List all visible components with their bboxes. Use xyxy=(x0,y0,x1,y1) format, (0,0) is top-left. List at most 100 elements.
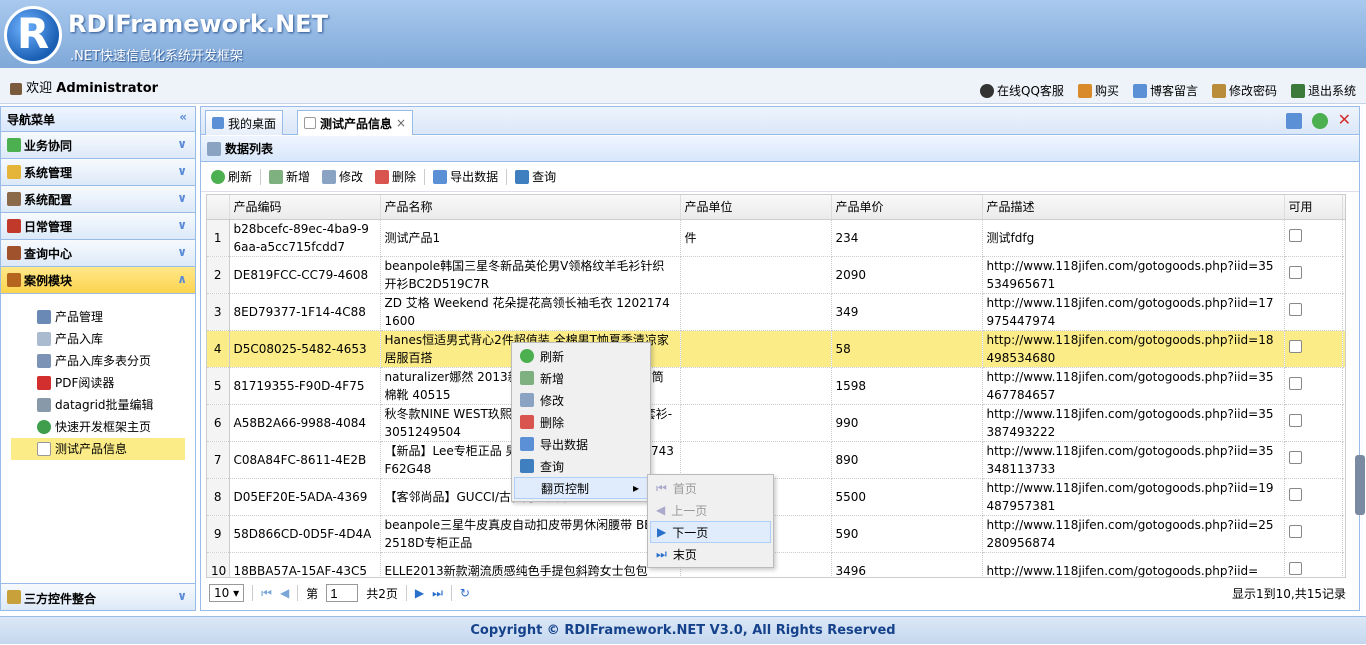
accordion-third-party[interactable]: 三方控件整合 ∨ xyxy=(1,583,195,610)
enabled-checkbox[interactable] xyxy=(1288,302,1302,316)
change-password-link[interactable]: 修改密码 xyxy=(1211,82,1277,99)
enabled-checkbox[interactable] xyxy=(1288,228,1302,242)
qq-service-link[interactable]: 在线QQ客服 xyxy=(980,82,1064,99)
grid-body: 1 b28bcefc-89ec-4ba9-96aa-a5cc715fcdd7 测试产… xyxy=(207,219,1345,577)
column-header[interactable]: 产品描述 xyxy=(982,195,1285,220)
prev-page-icon[interactable]: ◀ xyxy=(280,586,289,600)
tree-item-pdf-reader[interactable]: PDF阅读器 xyxy=(11,372,195,394)
scrollbar-thumb[interactable] xyxy=(1355,455,1365,515)
column-header[interactable]: 产品编码 xyxy=(229,195,381,220)
collapse-sidebar-icon[interactable]: « xyxy=(179,110,187,124)
tab-bar: 我的桌面 测试产品信息 × ✕ xyxy=(201,107,1359,135)
extra-cell xyxy=(1342,552,1345,577)
ctx-query[interactable]: 查询 xyxy=(514,455,648,477)
accordion-business[interactable]: 业务协同 ∨ xyxy=(1,132,195,159)
tab-desktop[interactable]: 我的桌面 xyxy=(205,110,284,135)
table-row[interactable]: 9 58D866CD-0D5F-4D4A beanpole三星牛皮真皮自动扣皮带男休… xyxy=(207,515,1345,553)
refresh-tool-icon[interactable] xyxy=(1311,113,1328,129)
enabled-checkbox[interactable] xyxy=(1288,413,1302,427)
rownum-cell: 8 xyxy=(207,478,230,516)
home-tool-icon[interactable] xyxy=(1285,113,1302,129)
table-row[interactable]: 4 D5C08025-5482-4653 Hanes恒适男式背心2件超值装 全棉男T… xyxy=(207,330,1345,368)
reload-icon[interactable]: ↻ xyxy=(460,586,470,600)
sub-next-page[interactable]: ▶ 下一页 xyxy=(650,521,771,543)
table-row[interactable]: 1 b28bcefc-89ec-4ba9-96aa-a5cc715fcdd7 测试产… xyxy=(207,219,1345,257)
first-page-icon[interactable]: ⏮ xyxy=(261,586,272,601)
page-size-select[interactable]: 10 ▾ xyxy=(209,584,245,602)
table-row[interactable]: 6A58B2A66-9988-4084秋冬款NINE WEST玖熙羊毛混纺针织开… xyxy=(207,404,1345,442)
price-cell: 590 xyxy=(831,515,983,553)
business-icon xyxy=(7,138,21,152)
close-all-icon[interactable]: ✕ xyxy=(1338,112,1351,129)
user-bar: 欢迎 Administrator 在线QQ客服 购买 博客留言 修改密码 退出系… xyxy=(0,68,1366,104)
ctx-edit[interactable]: 修改 xyxy=(514,389,648,411)
page-input[interactable] xyxy=(326,584,359,602)
blank-page-icon xyxy=(37,442,51,456)
logout-link[interactable]: 退出系统 xyxy=(1290,82,1356,99)
refresh-button[interactable]: 刷新 xyxy=(207,168,256,185)
ctx-paging[interactable]: 翻页控制 ▸ xyxy=(514,477,648,499)
tree-item-product-in-paging[interactable]: 产品入库多表分页 xyxy=(11,350,195,372)
sub-last-page[interactable]: ⏭ 末页 xyxy=(650,543,771,565)
price-cell: 349 xyxy=(831,293,983,331)
ctx-add[interactable]: 新增 xyxy=(514,367,648,389)
sub-prev-page[interactable]: ◀ 上一页 xyxy=(650,499,771,521)
last-page-icon[interactable]: ⏭ xyxy=(432,586,443,601)
table-row[interactable]: 3 8ED79377-1F14-4C88 ZD 艾格 Weekend 花朵提花高领长… xyxy=(207,293,1345,331)
ctx-refresh[interactable]: 刷新 xyxy=(514,345,648,367)
tab-test-product[interactable]: 测试产品信息 × xyxy=(297,110,414,135)
blog-link[interactable]: 博客留言 xyxy=(1132,82,1198,99)
tree-item-test-product[interactable]: 测试产品信息 xyxy=(11,438,185,460)
enabled-checkbox[interactable] xyxy=(1288,339,1302,353)
table-row[interactable]: 8 D05EF20E-5ADA-4369 【客邻尚品】GUCCI/古驰男士皮带231… xyxy=(207,478,1345,516)
table-row[interactable]: 7C08A84FC-8611-4E2B【新品】Lee专柜正品 男式修身直筒牛仔长… xyxy=(207,441,1345,479)
context-menu: 刷新 新增 修改 删除 导出数据 查询 翻页控制 ▸ xyxy=(511,342,651,502)
accordion-daily[interactable]: 日常管理 ∨ xyxy=(1,213,195,240)
table-row[interactable]: 10 18BBA57A-15AF-43C5 ELLE2013新款潮流质感纯色手提包斜… xyxy=(207,552,1345,577)
edit-button[interactable]: 修改 xyxy=(318,168,367,185)
close-tab-icon[interactable]: × xyxy=(396,116,406,130)
column-header[interactable]: 产品单价 xyxy=(831,195,983,220)
export-button[interactable]: 导出数据 xyxy=(429,168,502,185)
accordion-system-config[interactable]: 系统配置 ∨ xyxy=(1,186,195,213)
column-header[interactable]: 产品单位 xyxy=(680,195,832,220)
accordion-system-manage[interactable]: 系统管理 ∨ xyxy=(1,159,195,186)
tree-item-product-in[interactable]: 产品入库 xyxy=(11,328,195,350)
table-row[interactable]: 2 DE819FCC-CC79-4608 beanpole韩国三星冬新品英伦男V领格… xyxy=(207,256,1345,294)
enabled-checkbox[interactable] xyxy=(1288,561,1302,575)
column-header[interactable]: 可用 xyxy=(1284,195,1343,220)
enabled-cell xyxy=(1284,552,1343,577)
data-grid: 产品编码 产品名称 产品单位 产品单价 产品描述 可用 打 1b28bcefc-… xyxy=(206,194,1346,578)
enabled-checkbox[interactable] xyxy=(1288,524,1302,538)
delete-button[interactable]: 删除 xyxy=(371,168,420,185)
accordion-query[interactable]: 查询中心 ∨ xyxy=(1,240,195,267)
next-page-icon[interactable]: ▶ xyxy=(415,586,424,600)
add-button[interactable]: 新增 xyxy=(265,168,314,185)
separator xyxy=(260,168,262,185)
table-row[interactable]: 581719355-F90D-4F75naturalizer娜然 2013新款牛… xyxy=(207,367,1345,405)
extra-cell xyxy=(1342,330,1345,368)
case-tree: 产品管理 产品入库 产品入库多表分页 PDF阅读器 datagrid批量编辑 快… xyxy=(1,294,195,460)
accordion-cases[interactable]: 案例模块 ∧ xyxy=(1,267,195,294)
enabled-checkbox[interactable] xyxy=(1288,450,1302,464)
name-cell: ZD 艾格 Weekend 花朵提花高领长袖毛衣 12021741600 xyxy=(380,293,681,331)
tree-item-product-manage[interactable]: 产品管理 xyxy=(11,306,195,328)
tree-item-datagrid-edit[interactable]: datagrid批量编辑 xyxy=(11,394,195,416)
tree-item-framework-home[interactable]: 快速开发框架主页 xyxy=(11,416,195,438)
ctx-export[interactable]: 导出数据 xyxy=(514,433,648,455)
mail-icon xyxy=(1132,83,1147,98)
rownum-cell: 4 xyxy=(207,330,230,368)
enabled-checkbox[interactable] xyxy=(1288,376,1302,390)
column-header[interactable]: 打 xyxy=(1342,195,1345,220)
buy-link[interactable]: 购买 xyxy=(1077,82,1119,99)
enabled-checkbox[interactable] xyxy=(1288,265,1302,279)
query-button[interactable]: 查询 xyxy=(511,168,560,185)
enabled-checkbox[interactable] xyxy=(1288,487,1302,501)
column-header[interactable]: 产品名称 xyxy=(380,195,681,220)
sub-first-page[interactable]: ⏮ 首页 xyxy=(650,477,771,499)
name-cell: 测试产品1 xyxy=(380,219,681,257)
unit-cell xyxy=(680,256,832,294)
ctx-delete[interactable]: 删除 xyxy=(514,411,648,433)
sidebar-title: 导航菜单 xyxy=(7,113,56,127)
extra-cell xyxy=(1342,256,1345,294)
